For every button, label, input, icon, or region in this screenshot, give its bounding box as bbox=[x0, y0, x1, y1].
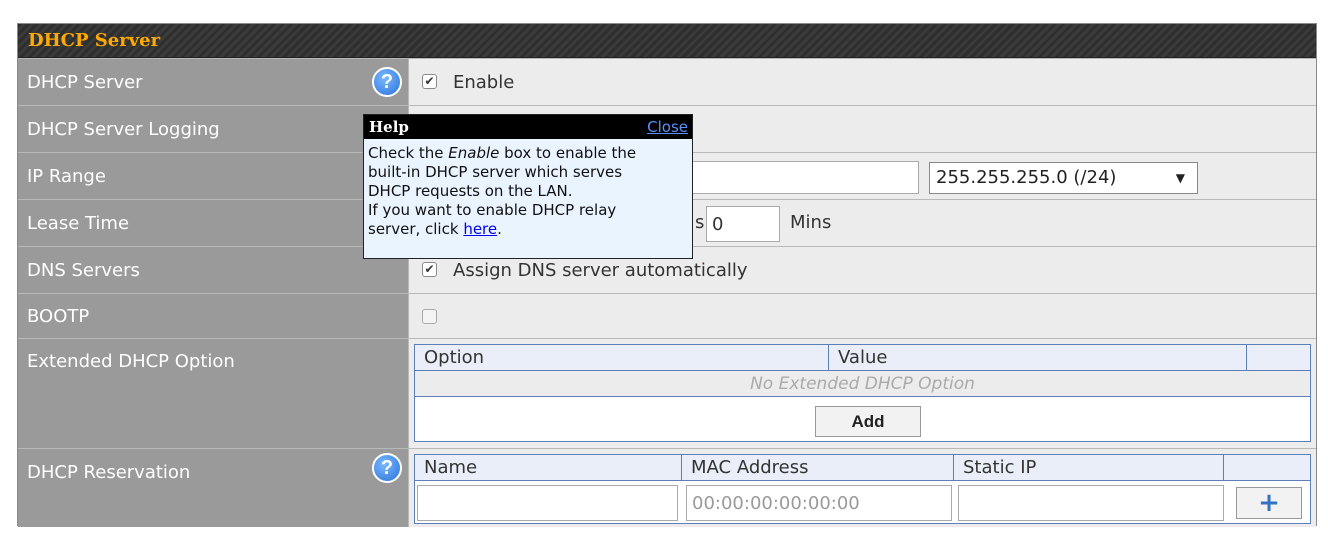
col-static-ip: Static IP bbox=[954, 455, 1224, 481]
extended-option-table: Option Value No Extended DHCP Option Add bbox=[414, 344, 1311, 442]
panel-header: DHCP Server bbox=[18, 24, 1316, 58]
value-extended-option: Option Value No Extended DHCP Option Add bbox=[408, 339, 1316, 448]
enable-checkbox[interactable]: ✔ bbox=[422, 74, 437, 89]
label-ip-range: IP Range bbox=[18, 153, 408, 199]
reservation-table: Name MAC Address Static IP 00:00:00:00:0… bbox=[414, 454, 1311, 524]
help-popup-body: Check the Enable box to enable the built… bbox=[368, 144, 637, 238]
reservation-ip-input[interactable] bbox=[958, 485, 1224, 521]
col-name: Name bbox=[415, 455, 682, 481]
reservation-help-icon[interactable]: ? bbox=[372, 453, 402, 483]
value-dhcp-server: ✔ Enable bbox=[408, 59, 1316, 105]
row-bootp: BOOTP bbox=[18, 293, 1316, 338]
add-option-button[interactable]: Add bbox=[815, 406, 921, 437]
help-popup: Help Close Check the Enable box to enabl… bbox=[363, 114, 693, 259]
hours-unit: s bbox=[695, 212, 705, 233]
help-question-icon[interactable]: ? bbox=[372, 67, 402, 97]
label-bootp: BOOTP bbox=[18, 294, 408, 338]
mins-unit: Mins bbox=[790, 212, 832, 233]
label-logging: DHCP Server Logging bbox=[18, 106, 408, 152]
label-reservation: DHCP Reservation ? bbox=[18, 449, 408, 527]
col-add bbox=[1224, 455, 1310, 481]
reservation-mac-input[interactable]: 00:00:00:00:00:00 bbox=[686, 485, 952, 521]
plus-icon: + bbox=[1258, 488, 1280, 518]
value-reservation: Name MAC Address Static IP 00:00:00:00:0… bbox=[408, 449, 1316, 527]
dns-auto-label: Assign DNS server automatically bbox=[453, 260, 748, 281]
row-reservation: DHCP Reservation ? Name MAC Address Stat… bbox=[18, 448, 1316, 527]
help-close-link[interactable]: Close bbox=[647, 118, 688, 136]
ip-range-end-input[interactable] bbox=[679, 161, 919, 194]
dropdown-arrow-icon: ▼ bbox=[1175, 171, 1185, 185]
lease-mins-input[interactable]: 0 bbox=[706, 206, 780, 242]
row-extended-option: Extended DHCP Option Option Value No Ext… bbox=[18, 338, 1316, 448]
col-value: Value bbox=[829, 345, 1247, 371]
col-option: Option bbox=[415, 345, 829, 371]
label-lease-time: Lease Time bbox=[18, 200, 408, 246]
row-dhcp-server: DHCP Server ? ✔ Enable bbox=[18, 58, 1316, 105]
label-extended-option: Extended DHCP Option bbox=[18, 339, 408, 448]
reservation-name-input[interactable] bbox=[417, 485, 678, 521]
bootp-checkbox[interactable] bbox=[422, 309, 437, 324]
help-popup-title: Help bbox=[369, 118, 409, 136]
panel-title: DHCP Server bbox=[28, 30, 161, 51]
col-actions bbox=[1247, 345, 1310, 371]
subnet-select[interactable]: 255.255.255.0 (/24) ▼ bbox=[929, 162, 1198, 194]
dns-auto-checkbox[interactable]: ✔ bbox=[422, 262, 437, 277]
add-reservation-button[interactable]: + bbox=[1236, 487, 1302, 519]
dhcp-relay-link[interactable]: here bbox=[463, 220, 497, 238]
label-dhcp-server: DHCP Server ? bbox=[18, 59, 408, 105]
col-mac: MAC Address bbox=[682, 455, 954, 481]
help-popup-header: Help Close bbox=[364, 115, 692, 139]
dhcp-server-panel: DHCP Server DHCP Server ? ✔ Enable DHCP … bbox=[17, 23, 1317, 527]
empty-option-row: No Extended DHCP Option bbox=[415, 371, 1310, 397]
value-bootp bbox=[408, 294, 1316, 338]
enable-label: Enable bbox=[453, 72, 515, 93]
label-dns: DNS Servers bbox=[18, 247, 408, 293]
